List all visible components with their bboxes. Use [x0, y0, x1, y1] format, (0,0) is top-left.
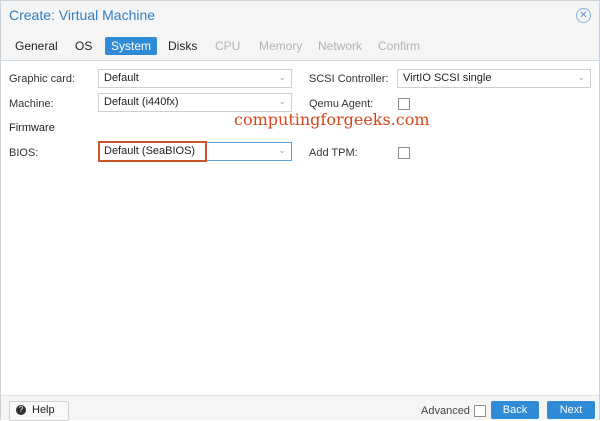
help-icon: ? [16, 405, 26, 415]
tab-general[interactable]: General [9, 37, 64, 55]
scsi-controller-select[interactable]: VirtIO SCSI single ⌄ [397, 69, 591, 88]
advanced-label: Advanced [421, 405, 470, 417]
graphic-card-value: Default [104, 72, 139, 84]
add-tpm-checkbox[interactable] [398, 147, 410, 159]
create-vm-dialog: Create: Virtual Machine ✕ General OS Sys… [0, 0, 600, 421]
machine-label: Machine: [9, 98, 54, 110]
qemu-agent-label: Qemu Agent: [309, 98, 374, 110]
machine-value: Default (i440fx) [104, 96, 179, 108]
graphic-card-label: Graphic card: [9, 73, 76, 85]
chevron-down-icon[interactable]: ⌄ [278, 72, 286, 83]
tab-network: Network [318, 39, 363, 53]
title-bar: Create: Virtual Machine ✕ [1, 1, 599, 32]
bios-select[interactable]: Default (SeaBIOS) ⌄ [98, 142, 292, 161]
bios-value: Default (SeaBIOS) [104, 145, 196, 157]
tab-confirm: Confirm [378, 39, 421, 53]
watermark: computingforgeeks.com [234, 110, 430, 129]
help-label: Help [32, 404, 55, 416]
scsi-controller-value: VirtIO SCSI single [403, 72, 492, 84]
tab-system[interactable]: System [105, 37, 158, 55]
chevron-down-icon[interactable]: ⌄ [278, 145, 286, 156]
tab-cpu: CPU [215, 39, 241, 53]
close-icon[interactable]: ✕ [576, 8, 591, 23]
tab-memory: Memory [259, 39, 303, 53]
bios-label: BIOS: [9, 147, 39, 159]
chevron-down-icon[interactable]: ⌄ [278, 96, 286, 107]
add-tpm-label: Add TPM: [309, 147, 358, 159]
tab-disks[interactable]: Disks [162, 37, 203, 55]
firmware-section-title: Firmware [9, 122, 55, 134]
back-button[interactable]: Back [491, 401, 539, 419]
tab-os[interactable]: OS [69, 37, 98, 55]
graphic-card-select[interactable]: Default ⌄ [98, 69, 292, 88]
next-button[interactable]: Next [547, 401, 595, 419]
tab-bar: General OS System Disks CPU Memory Netwo… [1, 31, 599, 61]
help-button[interactable]: ? Help [9, 401, 69, 421]
chevron-down-icon[interactable]: ⌄ [577, 72, 585, 83]
qemu-agent-checkbox[interactable] [398, 98, 410, 110]
dialog-footer: ? Help Advanced Back Next [1, 395, 599, 421]
advanced-checkbox[interactable] [474, 405, 486, 417]
dialog-title: Create: Virtual Machine [9, 7, 156, 23]
scsi-controller-label: SCSI Controller: [309, 73, 389, 85]
